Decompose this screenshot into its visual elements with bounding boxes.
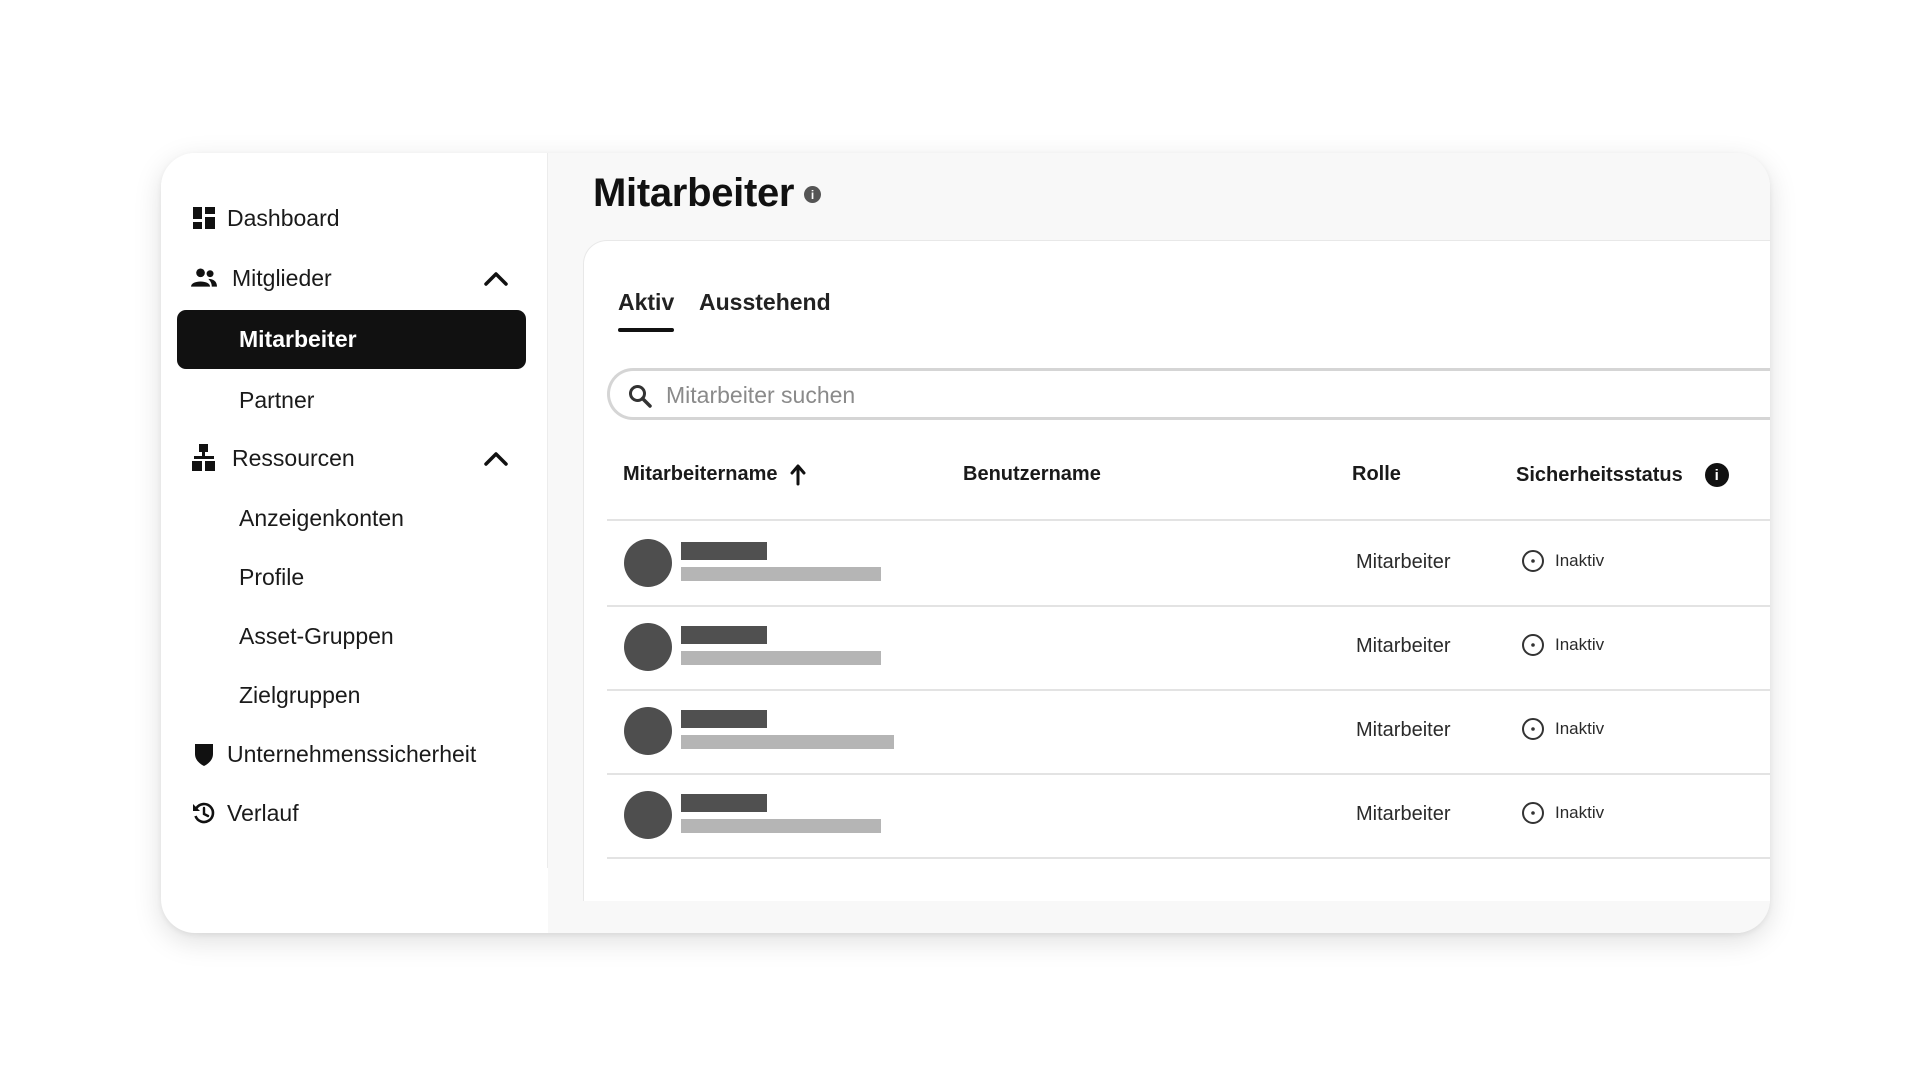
username-placeholder xyxy=(681,567,881,581)
sidebar-item-partner[interactable]: Partner xyxy=(161,375,547,425)
sidebar: Dashboard Mitglieder Mitarbeiter Partner… xyxy=(161,153,548,868)
table-row[interactable]: Mitarbeiter Inaktiv xyxy=(607,773,1770,859)
sidebar-item-label: Verlauf xyxy=(227,799,299,826)
search-box[interactable] xyxy=(607,368,1770,420)
avatar xyxy=(624,707,672,755)
security-status: Inaktiv xyxy=(1521,801,1604,825)
history-icon xyxy=(191,800,217,826)
shield-icon xyxy=(191,741,217,767)
column-header-mitarbeitername[interactable]: Mitarbeitername xyxy=(623,463,806,486)
sidebar-item-label: Mitglieder xyxy=(232,264,332,291)
members-panel: Aktiv Ausstehend Mitarbeitername Benutze… xyxy=(583,240,1770,901)
info-icon[interactable]: i xyxy=(804,186,821,203)
sidebar-item-label: Profile xyxy=(239,563,305,590)
search-input[interactable] xyxy=(664,377,1568,413)
sidebar-item-label: Zielgruppen xyxy=(239,681,361,708)
avatar xyxy=(624,623,672,671)
page-title: Mitarbeiter xyxy=(593,171,795,215)
column-header-rolle[interactable]: Rolle xyxy=(1352,463,1401,486)
sidebar-item-label: Asset-Gruppen xyxy=(239,622,394,649)
sidebar-item-zielgruppen[interactable]: Zielgruppen xyxy=(161,670,547,720)
sidebar-item-unternehmenssicherheit[interactable]: Unternehmenssicherheit xyxy=(161,729,547,779)
username-placeholder xyxy=(681,819,881,833)
chevron-up-icon[interactable] xyxy=(482,444,510,472)
sidebar-item-label: Anzeigenkonten xyxy=(239,504,404,531)
status-inactive-icon xyxy=(1522,718,1544,740)
status-label: Inaktiv xyxy=(1555,803,1605,822)
status-label: Inaktiv xyxy=(1555,635,1605,654)
security-status: Inaktiv xyxy=(1521,633,1604,657)
sidebar-item-mitarbeiter[interactable]: Mitarbeiter xyxy=(161,310,547,369)
name-placeholder xyxy=(681,794,767,812)
chevron-up-icon[interactable] xyxy=(482,264,510,292)
table-row[interactable]: Mitarbeiter Inaktiv xyxy=(607,605,1770,691)
avatar xyxy=(624,539,672,587)
role-cell: Mitarbeiter xyxy=(1356,635,1451,657)
name-placeholder xyxy=(681,542,767,560)
active-tab-indicator xyxy=(618,328,674,332)
table-row[interactable]: Mitarbeiter Inaktiv xyxy=(607,689,1770,775)
name-placeholder xyxy=(681,626,767,644)
people-icon xyxy=(191,265,217,291)
info-icon[interactable]: i xyxy=(1704,463,1729,487)
status-label: Inaktiv xyxy=(1555,551,1605,570)
status-label: Inaktiv xyxy=(1555,719,1605,738)
username-placeholder xyxy=(681,735,894,749)
sort-arrow-up-icon[interactable] xyxy=(790,464,806,486)
dashboard-icon xyxy=(191,205,217,231)
sidebar-item-label: Unternehmenssicherheit xyxy=(227,740,477,767)
sidebar-item-dashboard[interactable]: Dashboard xyxy=(161,193,547,243)
column-header-label: Mitarbeitername xyxy=(623,463,778,485)
sidebar-item-label: Ressourcen xyxy=(232,444,355,471)
search-icon xyxy=(628,384,652,408)
sidebar-item-label: Mitarbeiter xyxy=(239,326,357,352)
app-window: Dashboard Mitglieder Mitarbeiter Partner… xyxy=(161,153,1770,933)
security-status: Inaktiv xyxy=(1521,717,1604,741)
role-cell: Mitarbeiter xyxy=(1356,803,1451,825)
column-header-benutzername[interactable]: Benutzername xyxy=(963,463,1101,486)
status-inactive-icon xyxy=(1522,802,1544,824)
sidebar-item-label: Partner xyxy=(239,386,315,413)
column-header-sicherheitsstatus[interactable]: Sicherheitsstatus i xyxy=(1516,463,1729,487)
main-content: Mitarbeiter i Aktiv Ausstehend Mitarbeit… xyxy=(548,153,1770,933)
column-header-label: Sicherheitsstatus xyxy=(1516,463,1683,486)
security-status: Inaktiv xyxy=(1521,549,1604,573)
username-placeholder xyxy=(681,651,881,665)
table-row[interactable]: Mitarbeiter Inaktiv xyxy=(607,521,1770,607)
tab-ausstehend[interactable]: Ausstehend xyxy=(699,289,831,316)
sidebar-item-asset-gruppen[interactable]: Asset-Gruppen xyxy=(161,611,547,661)
sidebar-item-profile[interactable]: Profile xyxy=(161,552,547,602)
status-inactive-icon xyxy=(1522,550,1544,572)
sidebar-item-verlauf[interactable]: Verlauf xyxy=(161,788,547,838)
sidebar-item-anzeigenkonten[interactable]: Anzeigenkonten xyxy=(161,493,547,543)
sidebar-item-ressourcen[interactable]: Ressourcen xyxy=(161,433,547,483)
sidebar-item-mitglieder[interactable]: Mitglieder xyxy=(161,253,547,303)
name-placeholder xyxy=(681,710,767,728)
role-cell: Mitarbeiter xyxy=(1356,551,1451,573)
avatar xyxy=(624,791,672,839)
tab-aktiv[interactable]: Aktiv xyxy=(618,289,674,316)
resources-icon xyxy=(191,444,217,471)
status-inactive-icon xyxy=(1522,634,1544,656)
role-cell: Mitarbeiter xyxy=(1356,719,1451,741)
sidebar-item-label: Dashboard xyxy=(227,204,340,231)
